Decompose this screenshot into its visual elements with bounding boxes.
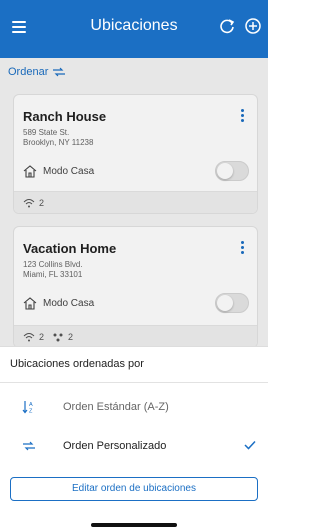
refresh-icon[interactable] <box>218 17 236 35</box>
sort-az-icon: A Z <box>22 401 33 415</box>
svg-text:A: A <box>29 402 33 408</box>
add-circle-icon[interactable] <box>244 17 262 35</box>
sheet-title: Ubicaciones ordenadas por <box>10 358 144 370</box>
home-indicator <box>91 523 177 527</box>
dim-overlay[interactable] <box>0 58 268 348</box>
reorder-arrows-icon <box>23 441 35 451</box>
svg-text:Z: Z <box>29 409 33 415</box>
sort-bottom-sheet: Ubicaciones ordenadas por A Z Orden Está… <box>0 346 268 532</box>
option-label: Orden Estándar (A-Z) <box>63 401 169 413</box>
checkmark-icon <box>244 440 256 450</box>
divider <box>0 382 268 383</box>
sort-option-standard[interactable]: A Z Orden Estándar (A-Z) <box>0 392 268 422</box>
app-header: Ubicaciones <box>0 0 268 58</box>
sort-option-custom[interactable]: Orden Personalizado <box>0 431 268 461</box>
option-label: Orden Personalizado <box>63 440 167 452</box>
edit-order-button[interactable]: Editar orden de ubicaciones <box>10 477 258 501</box>
